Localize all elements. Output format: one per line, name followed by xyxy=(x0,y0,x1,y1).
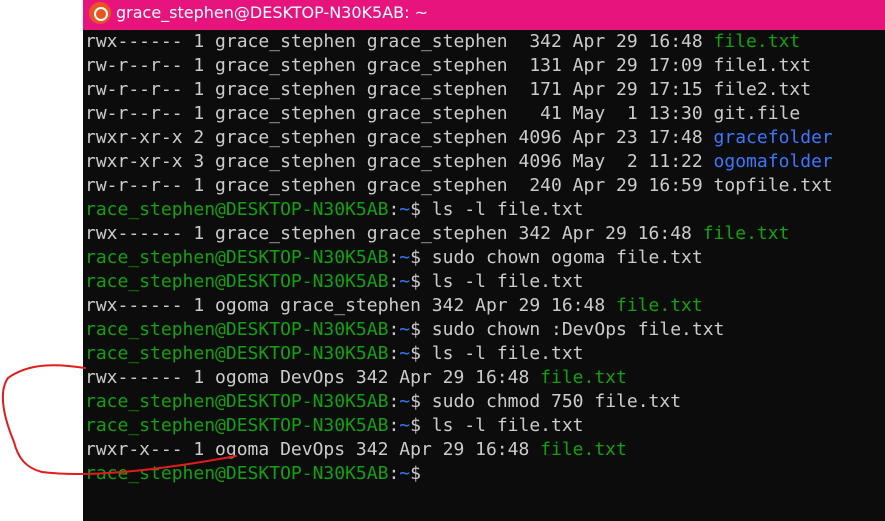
terminal-text: $ sudo chmod 750 file.txt xyxy=(410,391,682,412)
terminal-text: $ ls -l file.txt xyxy=(410,415,584,436)
terminal-line: rw-r--r-- 1 grace_stephen grace_stephen … xyxy=(85,78,811,102)
terminal-text: : xyxy=(388,391,400,412)
terminal-text: rwxr-xr-x 3 grace_stephen grace_stephen … xyxy=(85,151,714,172)
terminal-text: rwx------ 1 grace_stephen grace_stephen … xyxy=(85,31,714,52)
terminal-line: race_stephen@DESKTOP-N30K5AB:~$ sudo cho… xyxy=(85,246,703,270)
terminal-text: : xyxy=(388,343,400,364)
terminal-text: ~ xyxy=(399,343,411,364)
terminal-text: $ sudo chown ogoma file.txt xyxy=(410,247,703,268)
terminal-text: rw-r--r-- 1 grace_stephen grace_stephen … xyxy=(85,79,812,100)
terminal-text: gracefolder xyxy=(713,127,833,148)
terminal-text: race_stephen@DESKTOP-N30K5AB xyxy=(85,463,389,484)
terminal-line: rwx------ 1 ogoma DevOps 342 Apr 29 16:4… xyxy=(85,366,627,390)
terminal-line: rwxr-xr-x 2 grace_stephen grace_stephen … xyxy=(85,126,833,150)
terminal-line: rw-r--r-- 1 grace_stephen grace_stephen … xyxy=(85,102,800,126)
terminal-text: : xyxy=(388,319,400,340)
terminal-line: race_stephen@DESKTOP-N30K5AB:~$ xyxy=(85,462,432,486)
terminal-text: file.txt xyxy=(713,31,801,52)
terminal-text: rw-r--r-- 1 grace_stephen grace_stephen … xyxy=(85,103,801,124)
terminal-text: file.txt xyxy=(702,223,790,244)
terminal-text: $ sudo chown :DevOps file.txt xyxy=(410,319,725,340)
terminal-line: rwx------ 1 ogoma grace_stephen 342 Apr … xyxy=(85,294,703,318)
terminal-text: rwxr-xr-x 2 grace_stephen grace_stephen … xyxy=(85,127,714,148)
terminal-text: : xyxy=(388,271,400,292)
terminal-text: : xyxy=(388,199,400,220)
terminal-line: race_stephen@DESKTOP-N30K5AB:~$ ls -l fi… xyxy=(85,198,584,222)
terminal-text: rw-r--r-- 1 grace_stephen grace_stephen … xyxy=(85,175,833,196)
terminal-text: rw-r--r-- 1 grace_stephen grace_stephen … xyxy=(85,55,812,76)
terminal-text: : xyxy=(388,247,400,268)
terminal-text: rwx------ 1 grace_stephen grace_stephen … xyxy=(85,223,703,244)
terminal-line: race_stephen@DESKTOP-N30K5AB:~$ sudo chm… xyxy=(85,390,681,414)
terminal-text: rwxr-x--- 1 ogoma DevOps 342 Apr 29 16:4… xyxy=(85,439,541,460)
terminal-line: race_stephen@DESKTOP-N30K5AB:~$ ls -l fi… xyxy=(85,270,584,294)
terminal-line: race_stephen@DESKTOP-N30K5AB:~$ ls -l fi… xyxy=(85,414,584,438)
terminal-text: file.txt xyxy=(540,367,627,388)
terminal-text: race_stephen@DESKTOP-N30K5AB xyxy=(85,271,389,292)
terminal-text: race_stephen@DESKTOP-N30K5AB xyxy=(85,391,389,412)
terminal-text: ogomafolder xyxy=(713,151,833,172)
terminal-text: : xyxy=(388,415,400,436)
terminal-text: race_stephen@DESKTOP-N30K5AB xyxy=(85,343,389,364)
terminal-line: rw-r--r-- 1 grace_stephen grace_stephen … xyxy=(85,174,833,198)
ubuntu-icon xyxy=(89,2,111,24)
terminal-line: race_stephen@DESKTOP-N30K5AB:~$ sudo cho… xyxy=(85,318,724,342)
terminal-text: ~ xyxy=(399,391,411,412)
terminal-line: rwx------ 1 grace_stephen grace_stephen … xyxy=(85,30,800,54)
terminal-text: file.txt xyxy=(540,439,627,460)
terminal-text: race_stephen@DESKTOP-N30K5AB xyxy=(85,247,389,268)
terminal-output[interactable]: rwx------ 1 grace_stephen grace_stephen … xyxy=(83,30,885,521)
terminal-line: race_stephen@DESKTOP-N30K5AB:~$ ls -l fi… xyxy=(85,342,584,366)
terminal-text: rwx------ 1 ogoma DevOps 342 Apr 29 16:4… xyxy=(85,367,541,388)
terminal-text: $ ls -l file.txt xyxy=(410,199,584,220)
terminal-text: ~ xyxy=(399,415,411,436)
terminal-text: rwx------ 1 ogoma grace_stephen 342 Apr … xyxy=(85,295,617,316)
title-bar[interactable]: grace_stephen@DESKTOP-N30K5AB: ~ xyxy=(83,0,885,30)
terminal-line: rwxr-xr-x 3 grace_stephen grace_stephen … xyxy=(85,150,833,174)
terminal-text: ~ xyxy=(399,247,411,268)
terminal-text: : xyxy=(388,463,400,484)
terminal-text: race_stephen@DESKTOP-N30K5AB xyxy=(85,199,389,220)
window-title: grace_stephen@DESKTOP-N30K5AB: ~ xyxy=(116,3,428,22)
terminal-text: $ ls -l file.txt xyxy=(410,271,584,292)
terminal-text: ~ xyxy=(399,271,411,292)
terminal-text: ~ xyxy=(399,463,411,484)
terminal-window: grace_stephen@DESKTOP-N30K5AB: ~ rwx----… xyxy=(83,0,885,521)
terminal-text: $ xyxy=(410,463,432,484)
terminal-text: ~ xyxy=(399,319,411,340)
terminal-line: rw-r--r-- 1 grace_stephen grace_stephen … xyxy=(85,54,811,78)
terminal-text: race_stephen@DESKTOP-N30K5AB xyxy=(85,415,389,436)
terminal-line: rwx------ 1 grace_stephen grace_stephen … xyxy=(85,222,789,246)
terminal-text: file.txt xyxy=(616,295,703,316)
terminal-text: race_stephen@DESKTOP-N30K5AB xyxy=(85,319,389,340)
terminal-line: rwxr-x--- 1 ogoma DevOps 342 Apr 29 16:4… xyxy=(85,438,627,462)
terminal-text: ~ xyxy=(399,199,411,220)
terminal-text: $ ls -l file.txt xyxy=(410,343,584,364)
